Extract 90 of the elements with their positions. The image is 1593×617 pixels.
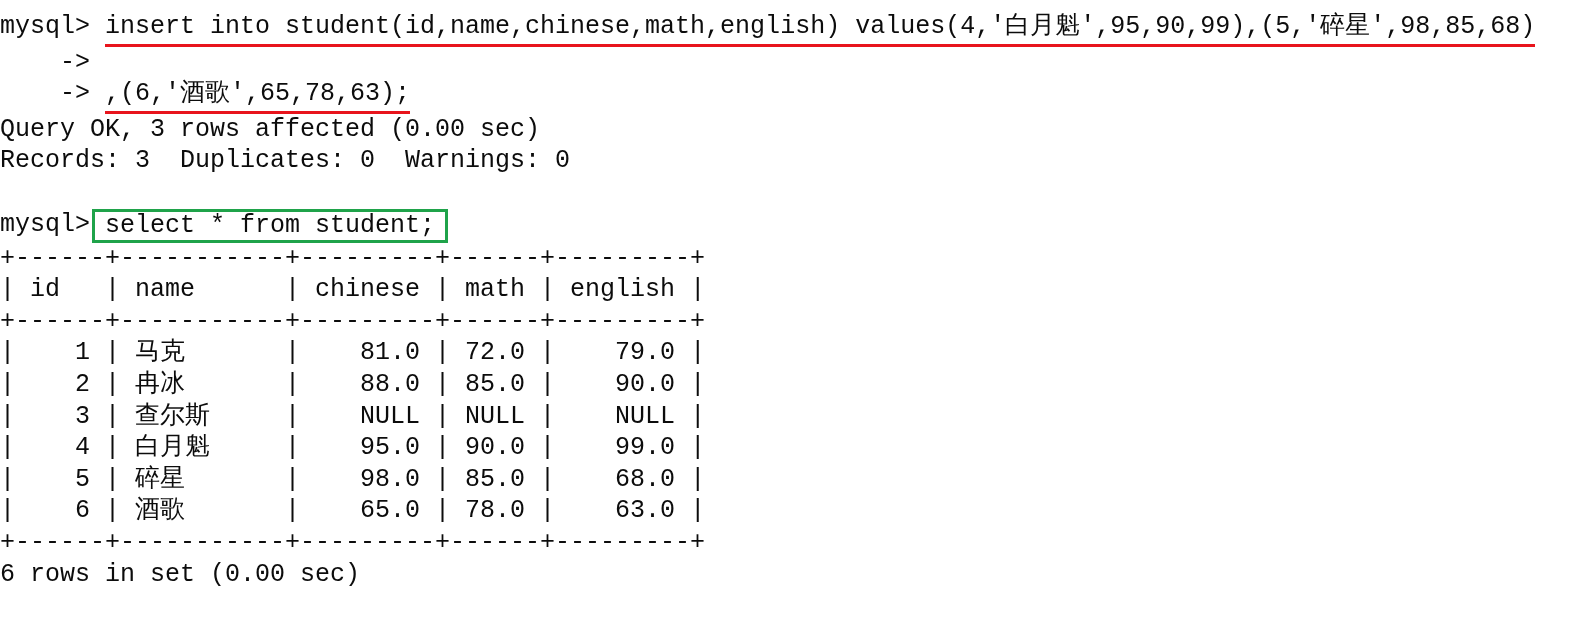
table-cell: NULL [465, 400, 526, 433]
table-border-line: +------+-----------+---------+------+---------+ [0, 305, 706, 338]
table-cell-text: 酒歌 [135, 495, 187, 527]
column-separator: | [0, 337, 15, 369]
table-cell: 78.0 [465, 495, 526, 527]
column-separator: | [435, 463, 451, 496]
column-separator: | [105, 495, 121, 527]
column-separator: | [435, 274, 451, 306]
column-separator: | [690, 432, 706, 464]
prompt-text: -> [59, 78, 90, 111]
table-cell-text: 碎星 [135, 463, 187, 496]
column-separator: | [0, 432, 15, 464]
column-separator: | [690, 274, 706, 306]
table-cell-text: 79.0 [614, 337, 676, 369]
column-separator: | [540, 274, 556, 306]
column-header: chinese [315, 274, 421, 306]
column-separator: | [285, 337, 301, 369]
table-cell-text: 冉冰 [135, 368, 187, 401]
command-text: ,(6,'酒歌',65,78,63); [105, 79, 411, 109]
prompt-text: mysql> [0, 11, 90, 43]
column-separator: | [690, 463, 706, 496]
table-cell: 72.0 [465, 337, 526, 369]
column-separator: | [540, 400, 556, 433]
column-separator: | [285, 495, 301, 527]
table-cell-text: 90.0 [614, 368, 676, 401]
table-cell-text: 马克 [135, 337, 187, 369]
table-cell-text: 81.0 [359, 337, 421, 369]
table-cell: 85.0 [465, 368, 526, 401]
command-text: select * from student; [105, 210, 436, 240]
table-cell-text: NULL [614, 400, 676, 433]
column-separator: | [105, 368, 121, 401]
column-separator: | [285, 400, 301, 433]
column-separator: | [0, 400, 15, 433]
column-separator: | [0, 463, 15, 496]
column-separator: | [690, 495, 706, 527]
column-separator: | [435, 368, 451, 401]
table-cell-text: 65.0 [359, 495, 421, 527]
table-cell-text: 白月魁 [135, 432, 212, 464]
table-cell-text: 2 [74, 368, 90, 401]
column-separator: | [540, 337, 556, 369]
table-cell-text: 1 [74, 337, 90, 369]
column-separator: | [285, 463, 301, 496]
column-separator: | [435, 432, 451, 464]
table-cell-text: 98.0 [359, 463, 421, 496]
column-header: english [570, 274, 676, 306]
prompt-text: -> [59, 46, 90, 79]
command-text: insert into student(id,name,chinese,math,english) values(4,'白月魁',95,90,99),(5,'碎星',98,85,68) [105, 12, 1536, 41]
column-separator: | [540, 368, 556, 401]
table-cell-text: 3 [74, 400, 90, 433]
column-separator: | [690, 368, 706, 401]
column-separator: | [0, 368, 15, 401]
column-separator: | [285, 368, 301, 401]
column-separator: | [105, 337, 121, 369]
table-cell-text: 4 [74, 432, 90, 464]
column-separator: | [435, 337, 451, 369]
column-header: id [30, 274, 62, 306]
table-cell-text: 6 [74, 495, 90, 527]
table-cell-text: 88.0 [359, 368, 421, 401]
table-cell-text: 5 [74, 463, 90, 496]
column-header: name [135, 274, 197, 306]
table-cell-text: 95.0 [359, 432, 421, 464]
table-cell: 85.0 [465, 463, 526, 496]
output-text: Records: 3 Duplicates: 0 Warnings: 0 [0, 145, 571, 177]
column-separator: | [690, 337, 706, 369]
table-cell-text: NULL [359, 400, 421, 433]
table-cell-text: 查尔斯 [135, 400, 212, 433]
column-header: math [465, 274, 526, 306]
column-separator: | [105, 400, 121, 433]
column-separator: | [435, 400, 451, 433]
table-cell: 90.0 [465, 432, 526, 464]
output-text: 6 rows in set (0.00 sec) [0, 558, 361, 591]
column-separator: | [0, 495, 15, 527]
column-separator: | [105, 432, 121, 464]
prompt-text: mysql> [0, 208, 90, 241]
column-separator: | [435, 495, 451, 527]
table-border-line: +------+-----------+---------+------+---------+ [0, 526, 706, 559]
column-separator: | [105, 463, 121, 496]
output-text: Query OK, 3 rows affected (0.00 sec) [0, 113, 541, 146]
column-separator: | [540, 432, 556, 464]
table-cell-text: 68.0 [614, 463, 676, 496]
table-cell-text: 63.0 [614, 495, 676, 527]
column-separator: | [105, 274, 121, 306]
column-separator: | [285, 432, 301, 464]
column-separator: | [0, 274, 15, 306]
column-separator: | [285, 274, 301, 306]
column-separator: | [690, 400, 706, 433]
table-border-line: +------+-----------+---------+------+---------+ [0, 242, 706, 275]
table-cell-text: 99.0 [614, 432, 676, 464]
column-separator: | [540, 495, 556, 527]
column-separator: | [540, 463, 556, 496]
